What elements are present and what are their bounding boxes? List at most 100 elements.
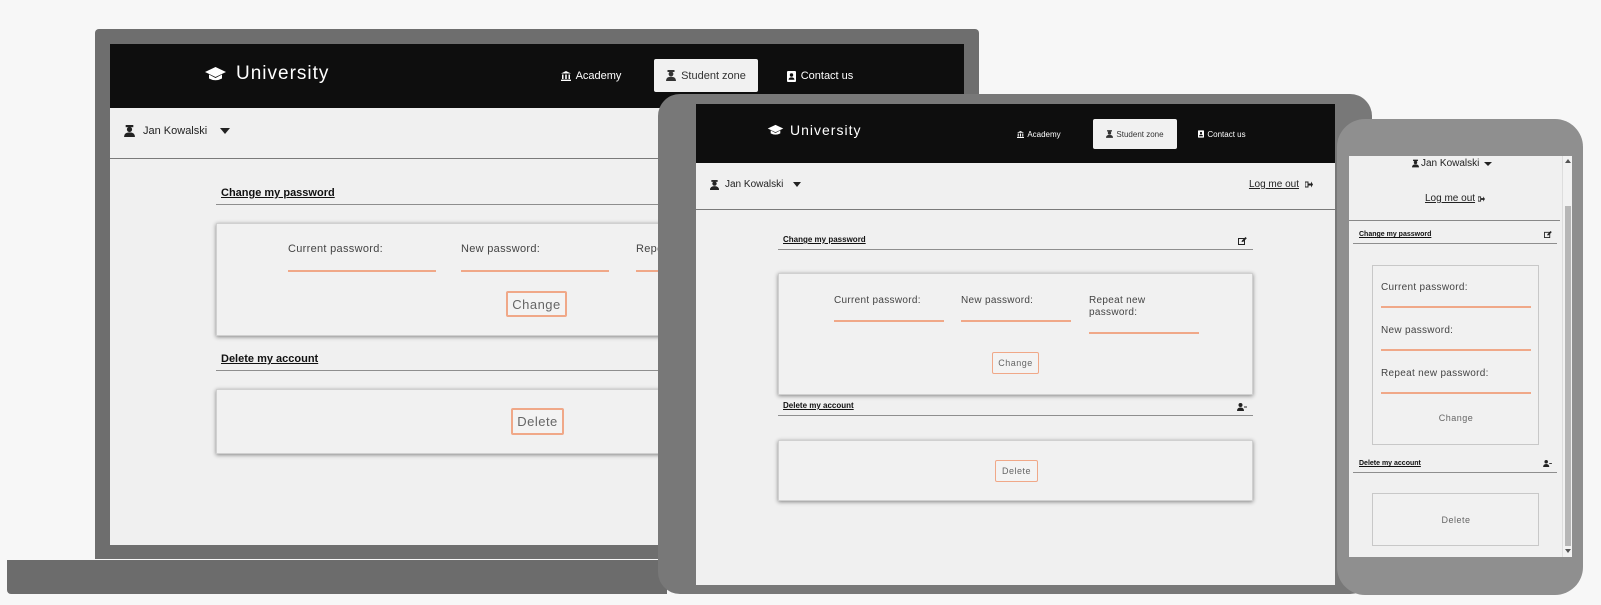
- nav-academy[interactable]: Academy: [550, 60, 632, 92]
- repeat-password-label: Repeat new password:: [1381, 368, 1489, 379]
- delete-section-header: Delete my account: [778, 394, 1253, 416]
- password-section-header: Change my password: [778, 228, 1253, 250]
- delete-account-link[interactable]: Delete my account: [1359, 460, 1421, 467]
- phone-userbar: Jan Kowalski Log me out: [1349, 156, 1560, 221]
- logout-label: Log me out: [1248, 179, 1299, 190]
- current-password-input[interactable]: [288, 270, 436, 272]
- nav-contact-label: Contact us: [800, 70, 854, 82]
- new-password-label: New password:: [461, 243, 541, 255]
- repeat-password-field[interactable]: Repeat new password:: [1381, 368, 1531, 398]
- change-button[interactable]: Change: [992, 352, 1039, 374]
- tablet-navbar: University Academy Student zone Contact …: [696, 104, 1335, 163]
- change-button[interactable]: Change: [506, 291, 567, 317]
- new-password-label: New password:: [961, 295, 1034, 306]
- password-section-header: Change my password: [1353, 222, 1557, 244]
- scroll-down-arrow-icon[interactable]: [1565, 549, 1571, 553]
- brand-name: University: [790, 122, 862, 138]
- edit-icon[interactable]: [1544, 231, 1552, 238]
- repeat-password-field[interactable]: Repeat new password:: [1089, 295, 1199, 335]
- chevron-down-icon[interactable]: [1484, 161, 1493, 166]
- laptop-brand[interactable]: University: [204, 63, 329, 85]
- tablet-brand[interactable]: University: [767, 122, 861, 138]
- new-password-input[interactable]: [461, 270, 609, 272]
- repeat-password-input[interactable]: [1089, 332, 1199, 334]
- nav-student-zone-label: Student zone: [681, 69, 746, 82]
- nav-contact[interactable]: Contact us: [1189, 119, 1255, 149]
- current-password-label: Current password:: [834, 295, 921, 306]
- new-password-field[interactable]: New password:: [961, 295, 1071, 325]
- chevron-down-icon[interactable]: [793, 182, 802, 187]
- user-name: Jan Kowalski: [143, 125, 208, 137]
- delete-account-link[interactable]: Delete my account: [221, 353, 318, 365]
- tablet-screen: University Academy Student zone Contact …: [696, 104, 1335, 585]
- change-password-link[interactable]: Change my password: [783, 235, 866, 244]
- student-icon: [124, 125, 135, 137]
- nav-academy-label: Academy: [1027, 129, 1061, 139]
- graduation-cap-icon: [204, 66, 227, 82]
- delete-card: Delete: [778, 440, 1253, 501]
- user-menu[interactable]: Jan Kowalski: [710, 179, 802, 190]
- nav-student-zone[interactable]: Student zone: [654, 59, 758, 92]
- repeat-password-label: Repeat new password:: [1089, 295, 1146, 318]
- user-menu[interactable]: Jan Kowalski: [124, 125, 231, 137]
- logout-link[interactable]: Log me out: [1425, 193, 1485, 204]
- new-password-field[interactable]: New password:: [461, 243, 609, 273]
- nav-academy[interactable]: Academy: [1011, 119, 1067, 149]
- brand-name: University: [236, 63, 330, 84]
- change-password-link[interactable]: Change my password: [1359, 231, 1431, 238]
- laptop-base: [7, 560, 667, 594]
- student-icon: [1106, 130, 1114, 138]
- delete-card: Delete: [1372, 493, 1539, 546]
- contact-icon: [1198, 130, 1205, 138]
- delete-section-header: Delete my account: [1353, 453, 1557, 473]
- scrollbar-thumb[interactable]: [1565, 206, 1571, 546]
- current-password-input[interactable]: [1381, 306, 1531, 308]
- nav-student-zone-label: Student zone: [1116, 129, 1164, 139]
- remove-user-icon[interactable]: [1543, 460, 1552, 467]
- user-name: Jan Kowalski: [1421, 158, 1480, 169]
- user-name: Jan Kowalski: [725, 179, 784, 190]
- phone-screen: Jan Kowalski Log me out Change my passwo…: [1349, 156, 1572, 557]
- tablet-userbar: Jan Kowalski Log me out: [696, 163, 1335, 210]
- current-password-field[interactable]: Current password:: [834, 295, 944, 325]
- nav-student-zone[interactable]: Student zone: [1093, 119, 1177, 149]
- new-password-field[interactable]: New password:: [1381, 325, 1531, 355]
- logout-label: Log me out: [1425, 193, 1476, 204]
- nav-academy-label: Academy: [575, 70, 622, 82]
- graduation-cap-icon: [767, 124, 784, 136]
- student-icon: [1412, 159, 1419, 168]
- student-icon: [666, 70, 677, 81]
- delete-button[interactable]: Delete: [511, 408, 564, 435]
- change-button[interactable]: Change: [1432, 409, 1480, 427]
- scroll-up-arrow-icon[interactable]: [1565, 159, 1571, 163]
- current-password-field[interactable]: Current password:: [288, 243, 436, 273]
- building-icon: [1017, 130, 1025, 138]
- delete-button[interactable]: Delete: [1432, 511, 1480, 529]
- delete-button[interactable]: Delete: [995, 460, 1038, 482]
- delete-account-link[interactable]: Delete my account: [783, 401, 854, 410]
- password-card: Current password: New password: Repeat n…: [1372, 265, 1539, 445]
- student-icon: [710, 179, 719, 190]
- new-password-input[interactable]: [1381, 349, 1531, 351]
- nav-contact-label: Contact us: [1207, 129, 1246, 139]
- nav-contact[interactable]: Contact us: [774, 60, 866, 92]
- logout-link[interactable]: Log me out: [1249, 179, 1313, 190]
- contact-icon: [786, 70, 796, 82]
- new-password-input[interactable]: [961, 320, 1071, 322]
- building-icon: [560, 71, 571, 81]
- new-password-label: New password:: [1381, 325, 1454, 336]
- current-password-field[interactable]: Current password:: [1381, 282, 1531, 312]
- change-password-link[interactable]: Change my password: [221, 187, 335, 199]
- user-menu[interactable]: Jan Kowalski: [1412, 158, 1493, 169]
- current-password-input[interactable]: [834, 320, 944, 322]
- password-card: Current password: New password: Repeat n…: [778, 273, 1253, 395]
- remove-user-icon[interactable]: [1237, 403, 1247, 411]
- sign-out-icon: [1478, 195, 1485, 202]
- edit-icon[interactable]: [1238, 237, 1247, 245]
- repeat-password-input[interactable]: [1381, 392, 1531, 394]
- current-password-label: Current password:: [288, 243, 383, 255]
- current-password-label: Current password:: [1381, 282, 1468, 293]
- phone-scrollbar[interactable]: [1562, 156, 1572, 557]
- sign-out-icon: [1305, 181, 1313, 188]
- chevron-down-icon[interactable]: [220, 128, 231, 134]
